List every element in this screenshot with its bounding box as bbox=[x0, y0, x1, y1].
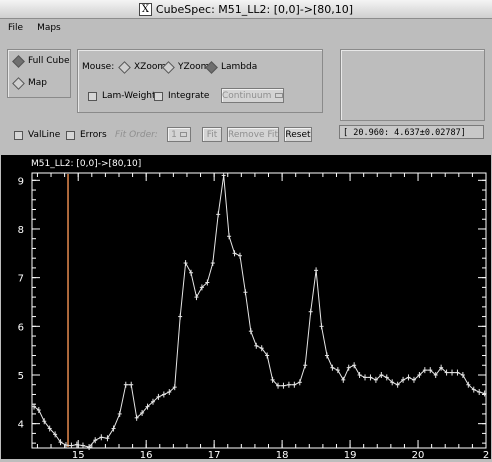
spectrum-plot-area[interactable]: M51_LL2: [0,0]->[80,10] 15 16 17 18 19 20 2 4 5 6… bbox=[1, 155, 491, 461]
radio-unselected-icon bbox=[118, 60, 131, 74]
mouse-label: Mouse: bbox=[82, 62, 115, 72]
map-label: Map bbox=[28, 78, 47, 88]
x-tick-label: 20 bbox=[412, 450, 425, 459]
reset-button-label: Reset bbox=[285, 129, 311, 140]
x-tick-label: 2 bbox=[483, 450, 489, 459]
cursor-readout: [ 20.960: 4.637±0.02787] bbox=[339, 125, 484, 139]
x-tick-label: 18 bbox=[276, 450, 289, 459]
fit-order-value: 1 bbox=[171, 129, 177, 140]
map-preview-box bbox=[340, 49, 485, 121]
fit-order-dropdown[interactable]: 1 bbox=[167, 127, 191, 142]
menu-bar: File Maps bbox=[0, 19, 492, 37]
integrate-label: Integrate bbox=[168, 91, 210, 101]
mouse-options-panel bbox=[77, 49, 323, 113]
y-tick-label: 8 bbox=[18, 225, 24, 236]
full-cube-radio[interactable]: Full Cube bbox=[12, 54, 70, 68]
checkbox-box bbox=[154, 91, 163, 101]
chart-title: M51_LL2: [0,0]->[80,10] bbox=[31, 159, 141, 169]
spectrum-chart[interactable]: M51_LL2: [0,0]->[80,10] 15 16 17 18 19 20 2 4 5 6… bbox=[1, 155, 491, 461]
radio-unselected-icon bbox=[162, 60, 175, 74]
plot-frame bbox=[31, 172, 487, 449]
dropdown-indicator-icon bbox=[179, 132, 187, 137]
valline-label: ValLine bbox=[28, 130, 61, 140]
checkbox-box bbox=[88, 91, 97, 101]
y-tick-label: 4 bbox=[18, 420, 24, 431]
reset-button[interactable]: Reset bbox=[284, 127, 312, 142]
radio-selected-icon bbox=[12, 54, 25, 68]
menu-file[interactable]: File bbox=[8, 23, 23, 33]
xzoom-radio[interactable]: XZoom bbox=[118, 60, 166, 74]
x-tick-label: 17 bbox=[208, 450, 221, 459]
map-radio[interactable]: Map bbox=[12, 76, 47, 90]
radio-selected-icon bbox=[205, 60, 218, 74]
yzoom-radio[interactable]: YZoom bbox=[162, 60, 209, 74]
y-tick-label: 7 bbox=[18, 274, 24, 285]
x-tick-label: 15 bbox=[72, 450, 85, 459]
lam-weight-checkbox[interactable]: Lam-Weight bbox=[88, 91, 156, 101]
lam-weight-label: Lam-Weight bbox=[102, 91, 156, 101]
x11-icon: X bbox=[138, 2, 152, 16]
errors-label: Errors bbox=[80, 130, 107, 140]
continuum-label: Continuum bbox=[222, 90, 272, 101]
remove-fit-button-label: Remove Fit bbox=[228, 129, 278, 140]
valline-checkbox[interactable]: ValLine bbox=[14, 130, 60, 140]
checkbox-box bbox=[66, 130, 75, 140]
title-bar[interactable]: X CubeSpec: M51_LL2: [0,0]->[80,10] bbox=[0, 0, 492, 19]
fit-button-label: Fit bbox=[206, 129, 218, 140]
spectrum-line bbox=[33, 175, 485, 448]
y-tick-label: 5 bbox=[18, 371, 24, 382]
fit-order-label: Fit Order: bbox=[115, 130, 158, 140]
menu-maps[interactable]: Maps bbox=[37, 23, 61, 33]
x-tick-label: 16 bbox=[140, 450, 153, 459]
errors-checkbox[interactable]: Errors bbox=[66, 130, 107, 140]
lambda-label: Lambda bbox=[221, 62, 258, 72]
radio-unselected-icon bbox=[12, 76, 25, 90]
remove-fit-button[interactable]: Remove Fit bbox=[227, 127, 279, 142]
lambda-radio[interactable]: Lambda bbox=[205, 60, 258, 74]
fit-button[interactable]: Fit bbox=[202, 127, 222, 142]
full-cube-label: Full Cube bbox=[28, 56, 70, 66]
y-tick-label: 6 bbox=[18, 322, 24, 333]
x-tick-label: 19 bbox=[344, 450, 357, 459]
dropdown-indicator-icon bbox=[275, 93, 283, 98]
window-title: CubeSpec: M51_LL2: [0,0]->[80,10] bbox=[155, 2, 354, 16]
y-tick-label: 9 bbox=[18, 176, 24, 187]
continuum-dropdown[interactable]: Continuum bbox=[221, 88, 284, 103]
integrate-checkbox[interactable]: Integrate bbox=[154, 91, 209, 101]
checkbox-box bbox=[14, 130, 23, 140]
